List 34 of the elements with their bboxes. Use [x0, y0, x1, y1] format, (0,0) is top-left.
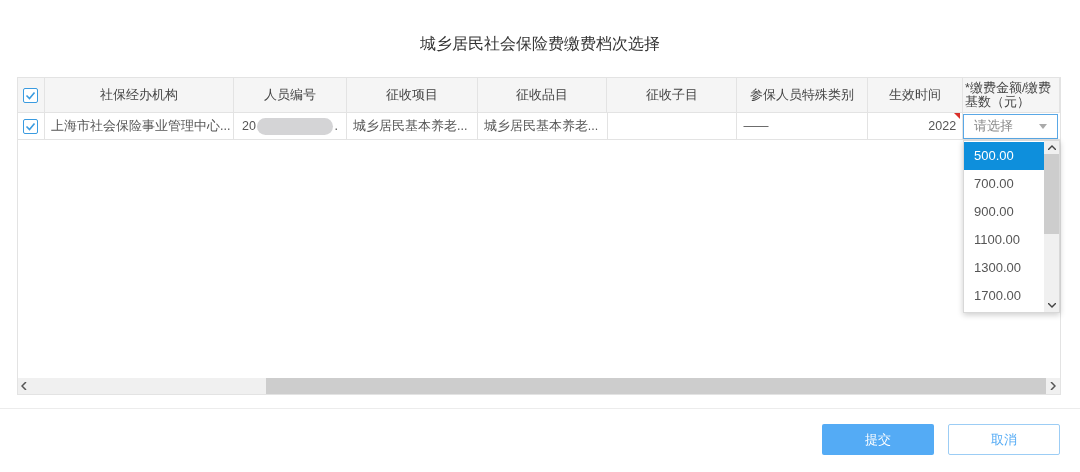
column-header: 征收子目 [645, 86, 698, 104]
column-header: 人员编号 [263, 86, 316, 104]
column-header: 参保人员特殊类别 [750, 86, 855, 104]
dialog-title: 城乡居民社会保险费缴费档次选择 [420, 34, 660, 54]
table-cell-text: 上海市社会保险事业管理中心... [50, 117, 231, 135]
scrollbar-thumb[interactable] [1044, 154, 1059, 234]
scroll-down-icon[interactable] [1047, 303, 1056, 308]
dropdown-scrollbar[interactable] [1044, 141, 1059, 312]
column-header: 征收项目 [385, 86, 438, 104]
checkmark-icon [25, 89, 37, 101]
table-cell-text: 2022 [928, 117, 957, 135]
scroll-up-icon[interactable] [1047, 145, 1056, 150]
dropdown-option[interactable]: 1300.00 [964, 254, 1044, 282]
checkbox[interactable] [23, 87, 39, 103]
table-cell-text: 城乡居民基本养老... [483, 117, 599, 135]
horizontal-scrollbar[interactable] [18, 378, 1060, 394]
column-header: 生效时间 [889, 86, 942, 104]
table-cell-text: . [334, 117, 338, 135]
scrollbar-thumb[interactable] [266, 378, 1046, 394]
checkbox[interactable] [23, 118, 39, 134]
dropdown-option[interactable]: 1700.00 [964, 282, 1044, 310]
dropdown-option[interactable]: 500.00 [964, 142, 1044, 170]
dropdown-option[interactable]: 1100.00 [964, 226, 1044, 254]
table-cell-text: 20 [241, 117, 256, 135]
column-header: *缴费金额/缴费基数（元） [965, 81, 1053, 109]
column-header: 征收品目 [516, 86, 568, 104]
dropdown-option[interactable]: 700.00 [964, 170, 1044, 198]
table-cell-text: 城乡居民基本养老... [352, 117, 468, 135]
table-cell-text: —— [743, 117, 769, 135]
amount-select[interactable]: 请选择 [963, 113, 1059, 139]
caret-icon [1039, 123, 1048, 129]
checkmark-icon [25, 120, 37, 132]
column-header: 社保经办机构 [99, 86, 178, 104]
dropdown-option[interactable]: 900.00 [964, 198, 1044, 226]
